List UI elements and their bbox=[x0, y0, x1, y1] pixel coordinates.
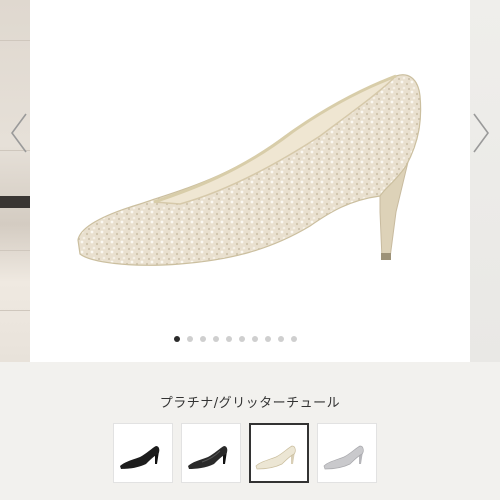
carousel-dot[interactable] bbox=[239, 336, 245, 342]
carousel-dot[interactable] bbox=[252, 336, 258, 342]
color-thumb-black-suede[interactable] bbox=[113, 423, 173, 483]
selected-color-name: プラチナ/グリッターチュール bbox=[159, 396, 341, 411]
carousel-prev-button[interactable] bbox=[8, 110, 30, 156]
carousel-dot[interactable] bbox=[226, 336, 232, 342]
chevron-right-icon bbox=[473, 113, 489, 153]
carousel-dot[interactable] bbox=[265, 336, 271, 342]
next-slide-peek bbox=[470, 0, 500, 362]
product-main-image bbox=[30, 0, 470, 362]
silver-pump-thumbnail-icon bbox=[323, 445, 364, 470]
color-thumb-black-tulle[interactable] bbox=[181, 423, 241, 483]
previous-slide-dark-detail bbox=[0, 196, 30, 208]
carousel-dot[interactable] bbox=[291, 336, 297, 342]
color-thumb-platinum-glitter-tulle[interactable] bbox=[249, 423, 309, 483]
carousel-dot[interactable] bbox=[278, 336, 284, 342]
carousel-dot[interactable] bbox=[213, 336, 219, 342]
carousel-pagination bbox=[174, 336, 297, 344]
black-pump-thumbnail-icon bbox=[120, 446, 160, 469]
product-image-carousel[interactable] bbox=[0, 0, 500, 362]
black-tulle-pump-thumbnail-icon bbox=[188, 446, 228, 469]
carousel-dot[interactable] bbox=[174, 336, 180, 342]
carousel-next-button[interactable] bbox=[470, 110, 492, 156]
carousel-dot[interactable] bbox=[200, 336, 206, 342]
chevron-left-icon bbox=[11, 113, 27, 153]
color-thumb-silver-glitter[interactable] bbox=[317, 423, 377, 483]
color-swatch-list bbox=[113, 423, 377, 483]
platinum-pump-thumbnail-icon bbox=[255, 445, 296, 470]
previous-slide-peek bbox=[0, 0, 30, 362]
carousel-dot[interactable] bbox=[187, 336, 193, 342]
